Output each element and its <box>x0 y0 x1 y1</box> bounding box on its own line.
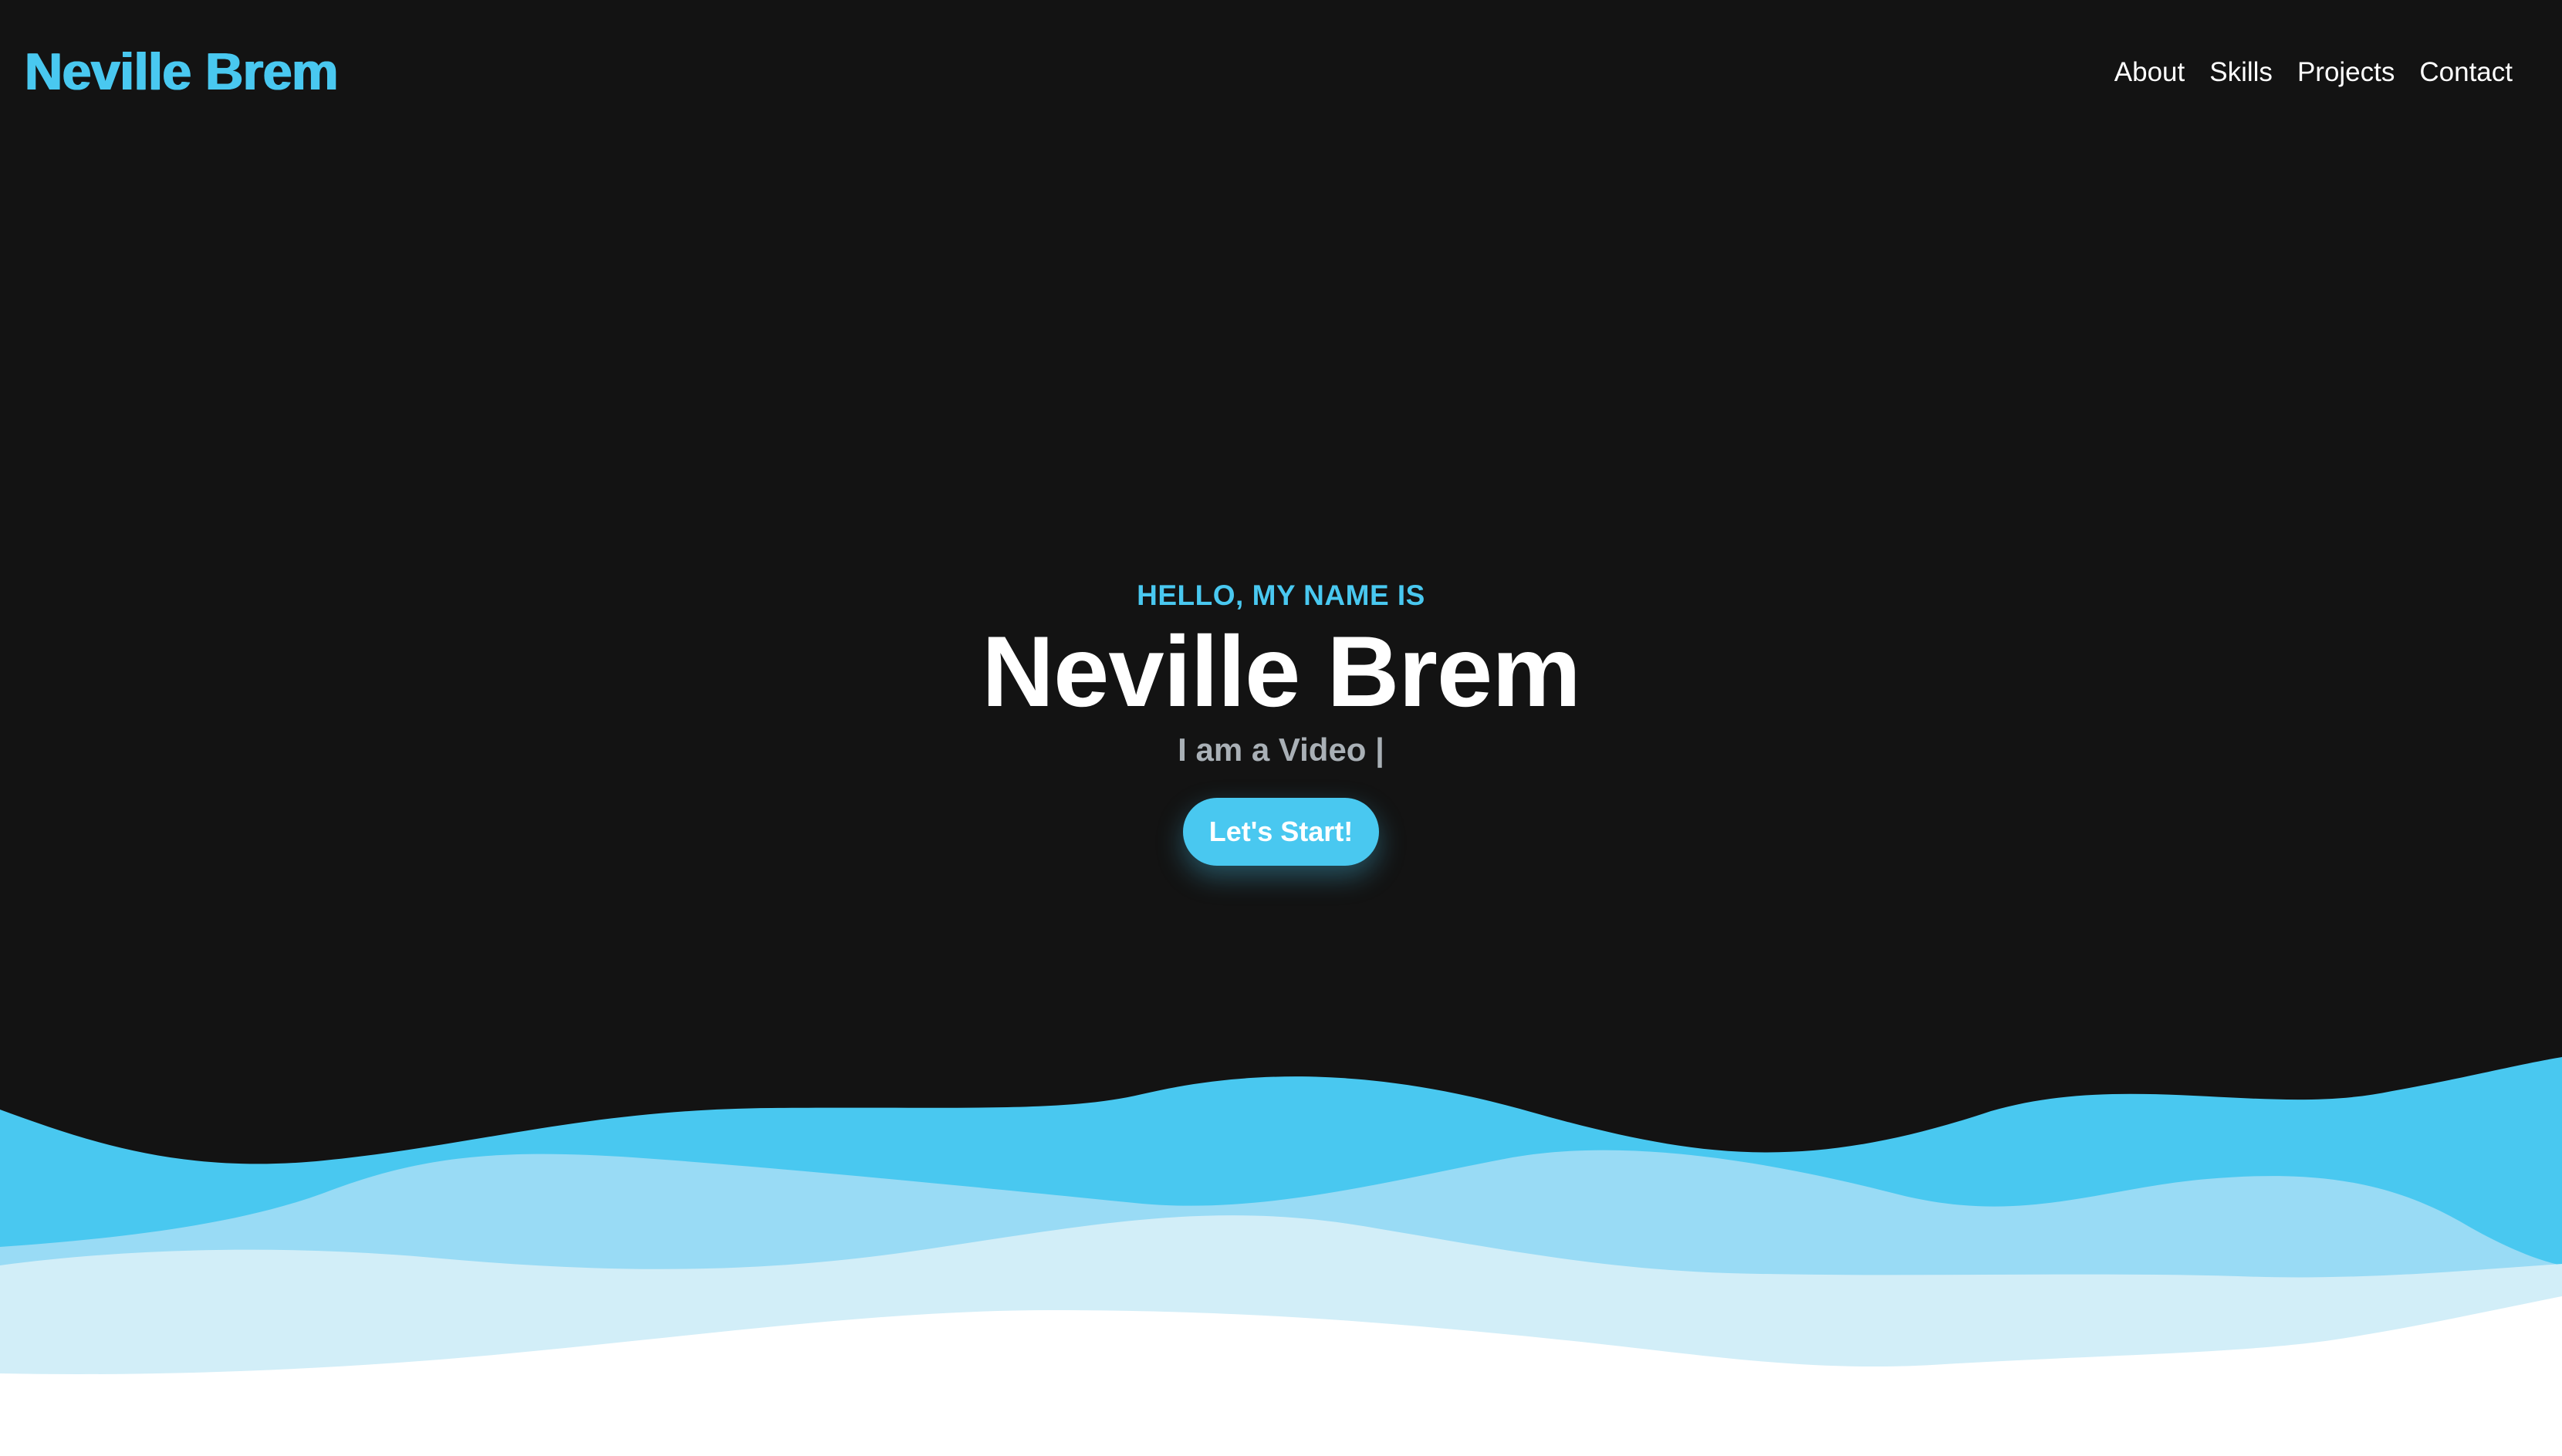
hero-name: Neville Brem <box>982 615 1581 728</box>
nav-link-about[interactable]: About <box>2114 57 2185 88</box>
hero-tagline: I am a Video | <box>1178 731 1384 768</box>
nav-links: About Skills Projects Contact <box>2114 57 2513 88</box>
hero-content: HELLO, MY NAME IS Neville Brem I am a Vi… <box>0 574 2562 866</box>
nav-link-projects[interactable]: Projects <box>2297 57 2395 88</box>
nav-link-contact[interactable]: Contact <box>2419 57 2513 88</box>
brand-logo[interactable]: Neville Brem <box>25 42 338 102</box>
lets-start-button[interactable]: Let's Start! <box>1182 798 1380 866</box>
navbar: Neville Brem About Skills Projects Conta… <box>0 0 2562 148</box>
wave-decoration <box>0 1057 2562 1456</box>
hero-eyebrow: HELLO, MY NAME IS <box>1137 579 1425 611</box>
hero-section: Neville Brem About Skills Projects Conta… <box>0 0 2562 1456</box>
nav-link-skills[interactable]: Skills <box>2209 57 2273 88</box>
